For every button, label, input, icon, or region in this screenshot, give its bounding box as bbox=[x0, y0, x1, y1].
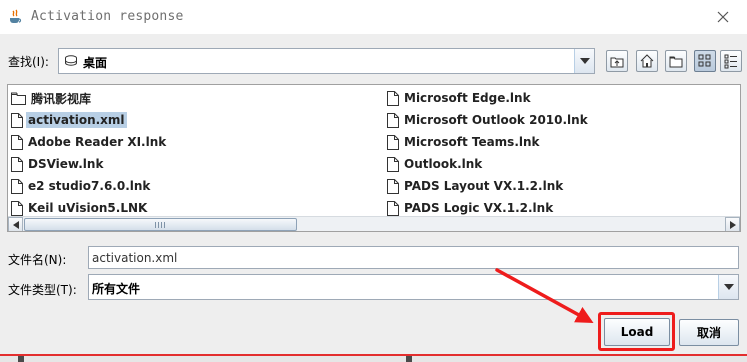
file-name-input[interactable]: activation.xml bbox=[88, 246, 739, 269]
list-item-label: Outlook.lnk bbox=[404, 157, 483, 171]
file-name-label: 文件名(N): bbox=[8, 253, 67, 267]
details-view-icon bbox=[724, 54, 737, 69]
file-icon bbox=[11, 112, 23, 128]
file-type-combo[interactable]: 所有文件 bbox=[88, 274, 739, 300]
list-item-file[interactable]: e2 studio7.6.0.lnk bbox=[11, 176, 150, 196]
desktop-drive-icon bbox=[64, 54, 78, 68]
look-in-combo[interactable]: 桌面 bbox=[58, 48, 595, 74]
file-type-value: 所有文件 bbox=[92, 282, 141, 296]
file-type-label: 文件类型(T): bbox=[8, 283, 77, 297]
list-view-button[interactable] bbox=[694, 50, 716, 72]
file-icon bbox=[387, 200, 399, 216]
list-item-file[interactable]: DSView.lnk bbox=[11, 154, 103, 174]
close-button[interactable] bbox=[703, 2, 743, 32]
background-marker bbox=[18, 356, 24, 362]
horizontal-scrollbar[interactable] bbox=[8, 216, 740, 231]
list-item-file[interactable]: Keil uVision5.LNK bbox=[11, 198, 147, 218]
file-icon bbox=[387, 112, 399, 128]
scroll-left-button[interactable] bbox=[8, 217, 23, 231]
file-icon bbox=[387, 90, 399, 106]
up-one-level-button[interactable] bbox=[606, 50, 628, 72]
list-item-file[interactable]: Adobe Reader XI.lnk bbox=[11, 132, 166, 152]
details-view-button[interactable] bbox=[720, 50, 742, 72]
list-item-label: Microsoft Outlook 2010.lnk bbox=[404, 113, 588, 127]
highlight-rectangle bbox=[598, 312, 675, 351]
background-window-strip bbox=[0, 354, 747, 362]
list-item-file[interactable]: Microsoft Edge.lnk bbox=[387, 88, 531, 108]
title-bar: Activation response bbox=[0, 0, 747, 34]
arrow-left-icon bbox=[12, 220, 19, 229]
cancel-button[interactable]: 取消 bbox=[679, 319, 739, 346]
list-item-file-selected[interactable]: activation.xml bbox=[11, 110, 127, 130]
file-icon bbox=[387, 134, 399, 150]
list-item-label: PADS Logic VX.1.2.lnk bbox=[404, 201, 554, 215]
file-icon bbox=[11, 200, 23, 216]
list-item-file[interactable]: Microsoft Outlook 2010.lnk bbox=[387, 110, 588, 130]
new-folder-button[interactable] bbox=[665, 50, 687, 72]
close-icon bbox=[717, 11, 729, 23]
file-icon bbox=[11, 178, 23, 194]
scroll-grip bbox=[155, 222, 165, 228]
list-item-label: 腾讯影视库 bbox=[31, 91, 92, 106]
list-item-label: e2 studio7.6.0.lnk bbox=[28, 179, 151, 193]
home-button[interactable] bbox=[636, 50, 658, 72]
look-in-value: 桌面 bbox=[83, 56, 108, 70]
list-item-label: DSView.lnk bbox=[28, 157, 104, 171]
file-icon bbox=[387, 178, 399, 194]
home-icon bbox=[640, 54, 654, 68]
folder-icon bbox=[11, 92, 26, 105]
chevron-down-icon bbox=[579, 58, 590, 64]
list-item-label: PADS Layout VX.1.2.lnk bbox=[404, 179, 564, 193]
list-item-file[interactable]: PADS Layout VX.1.2.lnk bbox=[387, 176, 563, 196]
file-icon bbox=[11, 134, 23, 150]
file-icon bbox=[387, 156, 399, 172]
list-item-file[interactable]: PADS Logic VX.1.2.lnk bbox=[387, 198, 553, 218]
scroll-thumb[interactable] bbox=[24, 218, 297, 231]
chevron-down-icon bbox=[723, 284, 734, 290]
arrow-right-icon bbox=[729, 220, 736, 229]
list-view-icon bbox=[698, 54, 711, 67]
background-red-line bbox=[0, 354, 747, 356]
look-in-label: 查找(I): bbox=[8, 55, 49, 69]
java-app-icon bbox=[7, 9, 23, 25]
file-type-dropdown-arrow[interactable] bbox=[718, 275, 738, 299]
background-marker bbox=[406, 356, 412, 362]
list-item-file[interactable]: Outlook.lnk bbox=[387, 154, 482, 174]
list-item-label: Adobe Reader XI.lnk bbox=[28, 135, 167, 149]
list-item-folder[interactable]: 腾讯影视库 bbox=[11, 88, 91, 108]
up-one-level-icon bbox=[610, 57, 624, 68]
file-icon bbox=[11, 156, 23, 172]
new-folder-icon bbox=[669, 56, 683, 68]
list-item-file[interactable]: Microsoft Teams.lnk bbox=[387, 132, 540, 152]
list-item-label: Microsoft Teams.lnk bbox=[404, 135, 540, 149]
window-title: Activation response bbox=[31, 9, 184, 24]
list-item-label: Microsoft Edge.lnk bbox=[404, 91, 531, 105]
look-in-dropdown-arrow[interactable] bbox=[574, 49, 594, 73]
list-item-label: Keil uVision5.LNK bbox=[28, 201, 148, 215]
scroll-right-button[interactable] bbox=[725, 217, 740, 231]
list-item-label: activation.xml bbox=[26, 112, 127, 128]
file-list[interactable]: 腾讯影视库 activation.xml Adobe Reader XI.lnk… bbox=[7, 84, 741, 232]
